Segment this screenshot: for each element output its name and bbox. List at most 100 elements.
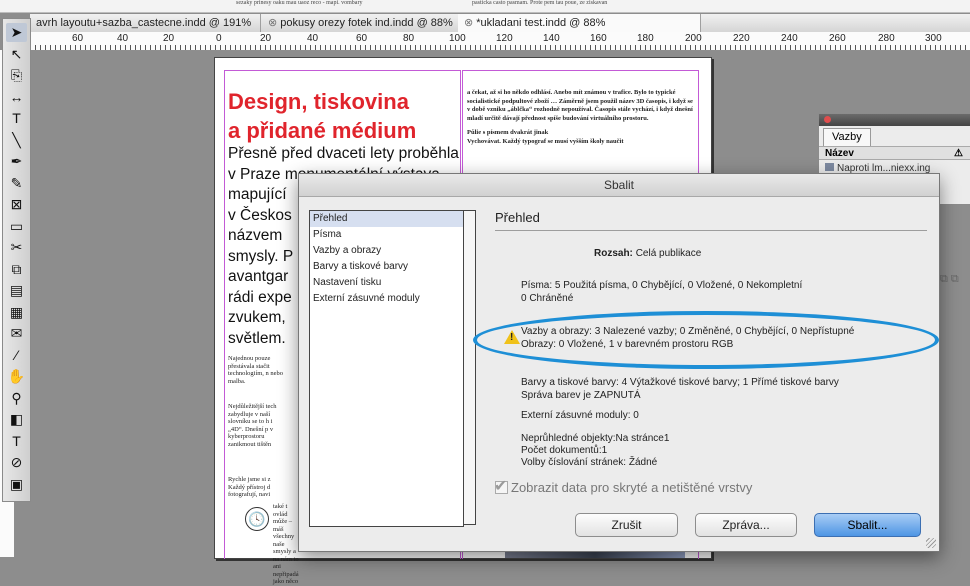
type-tool-icon[interactable]: T [6,109,27,128]
scope-label: Rozsah: [594,248,633,259]
small-paragraph: Najednou pouze přestávala stačit technol… [228,355,284,385]
background-window-strip: sezaky prinesy oaku mau uaoz reco - mapi… [0,0,970,13]
direct-selection-icon[interactable]: ↖ [6,45,27,64]
panel-icons: ⧉ ⧉ [940,273,959,285]
color-management-status: Správa barev je ZAPNUTÁ [521,390,641,401]
rectangle-tool-icon[interactable]: ▭ [6,217,27,236]
nav-item-fonts[interactable]: Písma [310,227,463,243]
tab-label: avrh layoutu+sazba_castecne.indd @ 191% [36,17,252,29]
ruler-label: 280 [878,33,895,44]
body-text-line: avantgar [228,268,289,285]
formatting-affects-icon[interactable]: T [6,432,27,451]
apply-none-icon[interactable]: ⊘ [6,453,27,472]
small-paragraph: Nejdůležitější tech zabydluje v naší slo… [228,403,277,448]
close-icon[interactable] [824,116,831,123]
close-icon[interactable]: ⊗ [268,17,277,29]
ruler-label: 80 [403,33,415,44]
body-text-line: názvem [228,227,283,244]
show-hidden-layers-label[interactable]: Zobrazit data pro skryté a netištěné vrs… [511,480,752,495]
eyedropper-icon[interactable]: ⁄ [6,346,27,365]
section-title: Přehled [495,210,540,225]
ruler-label: 120 [496,33,513,44]
resize-grip[interactable] [926,538,936,548]
fonts-summary-protected: 0 Chráněné [521,293,574,304]
column-heading: Půlie s písmem dvakrát jinak [467,129,549,136]
background-text-left: sezaky prinesy oaku mau uaoz reco - mapi… [236,0,363,6]
column-paragraph: a čekat, až si ho někdo odhlásí. Anebo m… [467,89,693,122]
zoom-tool-icon[interactable]: ⚲ [6,389,27,408]
small-paragraph: Rychle jsme si z Každý přístroj d fotogr… [228,476,271,498]
ruler-label: 160 [590,33,607,44]
headline-line-2: a přidané médium [228,118,417,143]
horizontal-ruler[interactable]: 60 40 20 0 20 40 60 80 100 120 140 160 1… [30,32,970,51]
ruler-label: 40 [117,33,129,44]
screen-mode-icon[interactable]: ▣ [6,475,27,494]
pen-tool-icon[interactable]: ✒ [6,152,27,171]
dialog-nav-list: Přehled Písma Vazby a obrazy Barvy a tis… [309,210,464,527]
gradient-feather-icon[interactable]: ▦ [6,303,27,322]
gap-tool-icon[interactable]: ↔ [6,88,27,107]
ruler-label: 260 [829,33,846,44]
rectangle-frame-icon[interactable]: ⊠ [6,195,27,214]
selection-arrow-icon[interactable]: ➤ [6,23,27,42]
tab-label: *ukladani test.indd @ 88% [476,17,606,29]
body-text-line: rádi expe [228,288,292,306]
close-icon[interactable]: ⊗ [464,17,473,29]
nav-item-external-plugins[interactable]: Externí zásuvné moduly [310,291,463,307]
cancel-button[interactable]: Zrušit [575,513,678,537]
ruler-label: 60 [72,33,84,44]
body-text-line: smysly. P [228,247,294,265]
ruler-label: 40 [307,33,319,44]
tab-vazby[interactable]: Vazby [823,128,871,146]
page-tool-icon[interactable]: ⎘ [6,66,27,85]
warning-icon: ⚠ [954,148,963,159]
pencil-tool-icon[interactable]: ✎ [6,174,27,193]
body-text-line: v Českos [228,206,292,224]
ruler-label: 20 [260,33,272,44]
package-button[interactable]: Sbalit... [814,513,921,537]
ruler-label: 180 [637,33,654,44]
panel-titlebar[interactable] [819,114,970,126]
column-paragraph: Vychovávat. Každý typograf se musí vyšší… [467,137,624,145]
nav-item-overview[interactable]: Přehled [310,211,463,227]
right-column-text: a čekat, až si ho někdo odhlásí. Anebo m… [467,89,697,146]
document-tab-bar: avrh layoutu+sazba_castecne.indd @ 191% … [30,14,970,33]
fill-stroke-icon[interactable]: ◧ [6,410,27,429]
nav-item-print-settings[interactable]: Nastavení tisku [310,275,463,291]
nav-item-links-images[interactable]: Vazby a obrazy [310,243,463,259]
image-thumbnail-icon [825,163,834,171]
ruler-label: 0 [216,33,222,44]
section-divider [495,230,927,231]
nav-scrollbar[interactable] [463,210,476,525]
plugins-summary: Externí zásuvné moduly: 0 [521,410,639,421]
tab-layout-document[interactable]: avrh layoutu+sazba_castecne.indd @ 191% [30,14,261,32]
line-tool-icon[interactable]: ╲ [6,131,27,150]
report-button[interactable]: Zpráva... [695,513,797,537]
column-header-name[interactable]: Název ⚠ [819,146,970,160]
ruler-label: 100 [449,33,466,44]
scissors-icon[interactable]: ✂ [6,238,27,257]
background-text-right: pasticka casto pasmam. Prote pem tau pou… [472,0,608,6]
tab-ukladani-document[interactable]: ⊗ *ukladani test.indd @ 88% [458,14,701,32]
ruler-label: 140 [543,33,560,44]
scope-value: Celá publikace [635,248,702,259]
ruler-label: 240 [781,33,798,44]
free-transform-icon[interactable]: ⧉ [6,260,27,279]
tools-panel: ➤ ↖ ⎘ ↔ T ╲ ✒ ✎ ⊠ ▭ ✂ ⧉ ▤ ▦ ✉ ⁄ ✋ ⚲ ◧ T ⊘ ▣ [2,18,31,502]
tab-pokusy-document[interactable]: ⊗ pokusy orezy fotek ind.indd @ 88% [262,14,471,32]
body-text-line: světlem. [228,329,286,347]
colors-summary: Barvy a tiskové barvy: 4 Výtažkové tisko… [521,377,839,388]
fonts-summary: Písma: 5 Použitá písma, 0 Chybějící, 0 V… [521,280,803,291]
clock-icon: 🕓 [245,507,269,531]
gradient-swatch-icon[interactable]: ▤ [6,281,27,300]
ruler-ticks [30,45,970,50]
tab-label: pokusy orezy fotek ind.indd @ 88% [280,17,453,29]
hand-tool-icon[interactable]: ✋ [6,367,27,386]
ruler-label: 20 [163,33,175,44]
nav-item-colors-inks[interactable]: Barvy a tiskové barvy [310,259,463,275]
ruler-label: 60 [356,33,368,44]
body-text-line: zvukem, [228,309,286,326]
column-header-label: Název [825,148,854,159]
note-tool-icon[interactable]: ✉ [6,324,27,343]
dialog-title: Sbalit [299,174,939,197]
